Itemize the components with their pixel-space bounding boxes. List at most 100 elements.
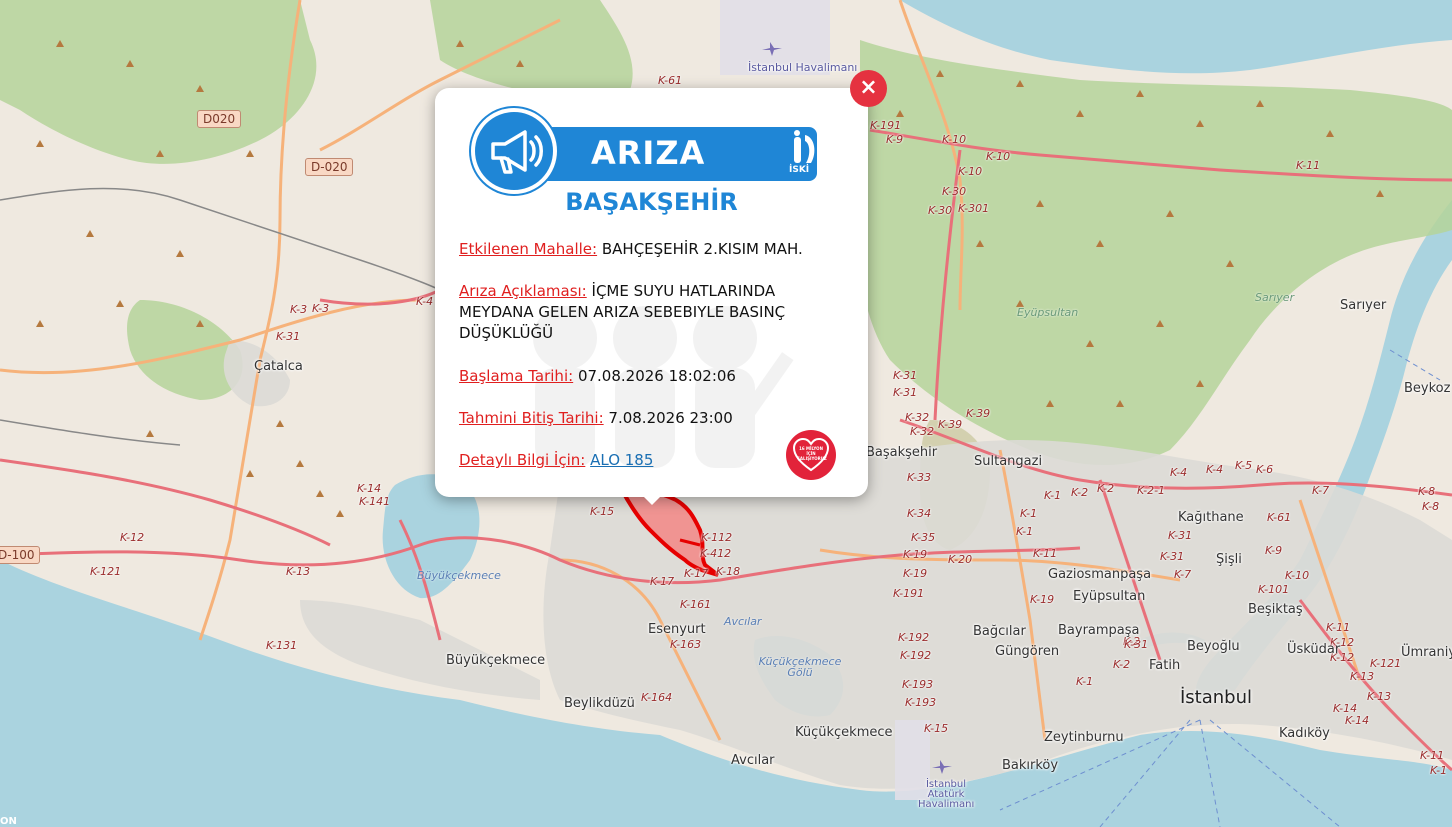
road-label: K-193 [905, 696, 937, 709]
fault-banner: ARIZA İSKİ [471, 108, 821, 198]
road-label: K-11 [1296, 159, 1321, 172]
place-label: Esenyurt [648, 622, 706, 637]
place-label: Sarıyer [1340, 298, 1387, 313]
road-label: K-9 [1265, 544, 1283, 557]
road-label: K-1 [1430, 764, 1448, 777]
place-label: Fatih [1149, 658, 1181, 673]
road-label: K-61 [658, 74, 683, 87]
place-label: Bağcılar [973, 624, 1026, 639]
map-canvas[interactable]: D020 D-020 D-100 K-61 K-191 K-9 K-10 K-1… [0, 0, 1452, 827]
road-label: K-14 [1345, 714, 1370, 727]
road-shield: D-100 [0, 546, 41, 564]
water-label: Küçükçekmece Gölü [758, 655, 842, 679]
place-label: Gaziosmanpaşa [1048, 567, 1152, 582]
road-label: K-161 [680, 598, 712, 611]
road-label: K-6 [1256, 463, 1274, 476]
info-key: Etkilenen Mahalle: [459, 240, 598, 258]
road-label: K-12 [120, 531, 145, 544]
road-label: K-1 [1020, 507, 1038, 520]
road-label: K-10 [986, 150, 1011, 163]
road-label: K-15 [924, 722, 949, 735]
road-label: K-131 [266, 639, 298, 652]
road-label: K-39 [938, 418, 963, 431]
info-key: Başlama Tarihi: [459, 367, 574, 385]
road-label: K-1 [1076, 675, 1094, 688]
road-label: K-191 [893, 587, 925, 600]
place-label: Şişli [1216, 552, 1242, 567]
megaphone-icon [471, 108, 557, 194]
road-label: K-19 [903, 567, 928, 580]
road-label: K-31 [1168, 529, 1193, 542]
district-title: BAŞAKŞEHİR [565, 188, 738, 216]
place-label: Başakşehir [866, 445, 938, 460]
road-label: K-30 [928, 204, 953, 217]
road-label: K-13 [1367, 690, 1392, 703]
heart-badge-icon: 16 MİLYON İÇİN ÇALIŞIYORUZ [786, 430, 836, 480]
road-label: K-10 [942, 133, 967, 146]
road-label: K-4 [1170, 466, 1188, 479]
road-label: K-8 [1418, 485, 1436, 498]
water-label: Büyükçekmece [417, 569, 501, 582]
place-label: Güngören [995, 644, 1060, 659]
road-label: K-7 [1174, 568, 1192, 581]
road-label: K-412 [700, 547, 732, 560]
info-value: BAHÇEŞEHİR 2.KISIM MAH. [601, 240, 803, 258]
road-label: K-31 [893, 386, 918, 399]
place-label: Kadıköy [1279, 726, 1330, 741]
contact-link[interactable]: ALO 185 [590, 451, 653, 469]
info-key: Detaylı Bilgi İçin: [459, 451, 586, 469]
place-label: İstanbul Atatürk Havalimanı [918, 779, 975, 810]
road-label: K-4 [416, 295, 434, 308]
badge-text: 16 MİLYON İÇİN ÇALIŞIYORUZ [797, 446, 827, 461]
road-label: K-10 [958, 165, 983, 178]
road-label: K-301 [958, 202, 990, 215]
place-label: Eyüpsultan [1017, 306, 1079, 319]
road-label: K-15 [590, 505, 615, 518]
place-label: Ümraniye [1401, 645, 1452, 660]
info-row-description: Arıza Açıklaması: İÇME SUYU HATLARINDA M… [459, 281, 819, 344]
road-label: K-9 [886, 133, 904, 146]
info-row-start-date: Başlama Tarihi: 07.08.2026 18:02:06 [459, 366, 819, 387]
road-shield: D020 [197, 110, 242, 128]
road-label: K-11 [1326, 621, 1351, 634]
road-label: K-2-1 [1137, 484, 1166, 497]
road-label: K-192 [898, 631, 930, 644]
road-label: K-11 [1033, 547, 1058, 560]
place-label: Üsküdar [1287, 642, 1341, 657]
close-icon[interactable]: × [850, 70, 887, 107]
info-row-contact: Detaylı Bilgi İçin: ALO 185 [459, 450, 819, 471]
info-row-neighborhood: Etkilenen Mahalle: BAHÇEŞEHİR 2.KISIM MA… [459, 239, 819, 260]
place-label: Sultangazi [974, 454, 1043, 469]
road-label: K-3 [312, 302, 330, 315]
road-label: K-10 [1285, 569, 1310, 582]
road-label: K-141 [359, 495, 391, 508]
info-key: Tahmini Bitiş Tarihi: [459, 409, 604, 427]
road-label: K-112 [701, 531, 733, 544]
road-label: K-5 [1235, 459, 1253, 472]
road-label: K-19 [1030, 593, 1055, 606]
place-label: Büyükçekmece [446, 653, 546, 668]
iski-logo-text: İSKİ [789, 165, 810, 175]
road-label: K-8 [1422, 500, 1440, 513]
road-label: K-19 [903, 548, 928, 561]
road-label: K-11 [1420, 749, 1445, 762]
place-label: Bakırköy [1002, 758, 1059, 773]
road-label: K-1 [1016, 525, 1034, 538]
road-label: K-2 [1113, 658, 1131, 671]
place-label: Kağıthane [1178, 510, 1244, 525]
road-label: K-20 [948, 553, 973, 566]
place-label: Beykoz [1404, 381, 1451, 396]
info-row-end-date: Tahmini Bitiş Tarihi: 7.08.2026 23:00 [459, 408, 819, 429]
road-label: K-33 [907, 471, 932, 484]
info-value: 7.08.2026 23:00 [608, 409, 733, 427]
road-label: K-61 [1267, 511, 1292, 524]
place-label: Beşiktaş [1248, 602, 1303, 617]
road-label: K-121 [90, 565, 122, 578]
place-label: Küçükçekmece [795, 725, 893, 740]
road-label: K-193 [902, 678, 934, 691]
road-label: K-32 [905, 411, 930, 424]
place-label: İstanbul Havalimanı [748, 61, 858, 74]
road-label: K-31 [1160, 550, 1185, 563]
road-label: K-4 [1206, 463, 1224, 476]
place-label: Eyüpsultan [1073, 589, 1146, 604]
